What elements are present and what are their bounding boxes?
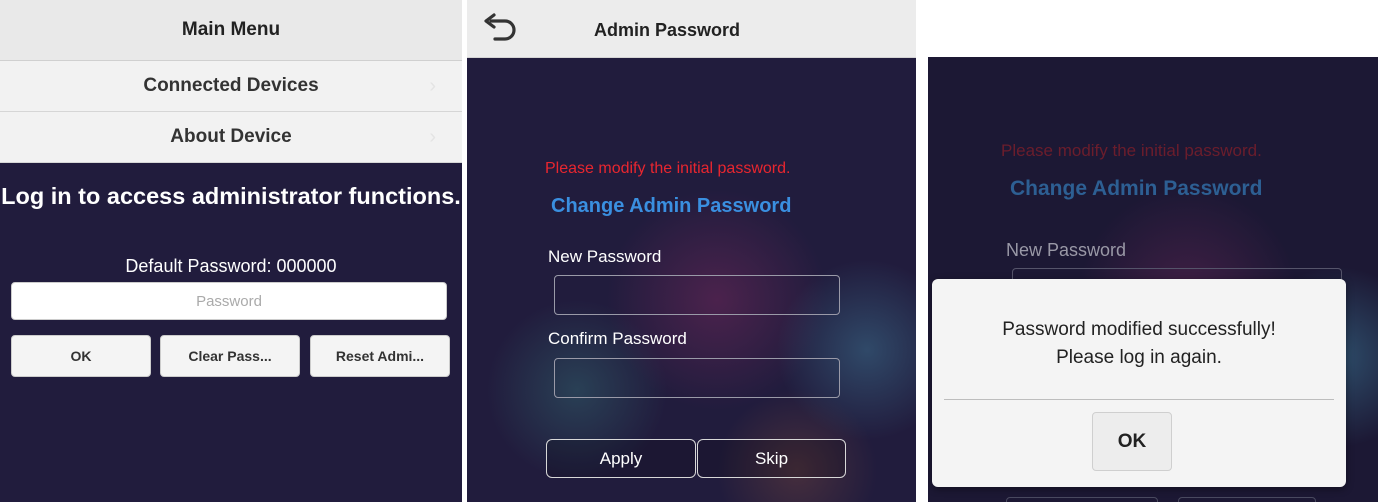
dialog-divider (944, 399, 1334, 400)
chevron-right-icon: › (429, 126, 436, 148)
initial-password-warning: Please modify the initial password. (545, 160, 791, 177)
new-password-field[interactable] (554, 275, 840, 315)
dialog-ok-button[interactable]: OK (1092, 412, 1172, 471)
skip-button-obscured (1178, 497, 1316, 502)
dialog-message: Password modified successfully! Please l… (932, 316, 1346, 372)
clear-password-button[interactable]: Clear Pass... (160, 335, 300, 377)
main-menu-panel: Main Menu Connected Devices › About Devi… (0, 0, 462, 502)
confirm-password-field[interactable] (554, 358, 840, 398)
success-dialog-panel: Please modify the initial password. Chan… (928, 57, 1378, 502)
admin-password-header: Admin Password (467, 0, 916, 58)
main-menu-header: Main Menu (0, 0, 462, 61)
change-password-heading: Change Admin Password (1010, 177, 1263, 200)
dialog-message-line2: Please log in again. (1056, 347, 1222, 368)
chevron-right-icon: › (429, 75, 436, 97)
menu-item-label: Connected Devices (143, 75, 319, 96)
confirm-password-label: Confirm Password (548, 329, 687, 348)
success-dialog: Password modified successfully! Please l… (932, 279, 1346, 487)
main-menu-title: Main Menu (181, 19, 281, 40)
skip-button[interactable]: Skip (697, 439, 846, 478)
menu-item-label: About Device (170, 126, 292, 147)
new-password-label: New Password (548, 247, 662, 266)
page-title: Admin Password (593, 20, 741, 40)
password-input[interactable] (11, 282, 447, 320)
background (467, 0, 916, 502)
initial-password-warning: Please modify the initial password. (1001, 141, 1262, 160)
dialog-message-line1: Password modified successfully! (1002, 319, 1276, 340)
ok-button[interactable]: OK (11, 335, 151, 377)
apply-button-obscured (1006, 497, 1158, 502)
login-prompt-title: Log in to access administrator functions… (1, 183, 461, 209)
admin-password-panel: Admin Password Please modify the initial… (467, 0, 916, 502)
reset-admin-button[interactable]: Reset Admi... (310, 335, 450, 377)
change-password-heading: Change Admin Password (551, 195, 792, 217)
default-password-text: Default Password: 000000 (125, 256, 337, 276)
menu-item-connected-devices[interactable]: Connected Devices › (0, 61, 462, 112)
apply-button[interactable]: Apply (546, 439, 696, 478)
menu-item-about-device[interactable]: About Device › (0, 112, 462, 163)
new-password-label: New Password (1006, 240, 1127, 260)
